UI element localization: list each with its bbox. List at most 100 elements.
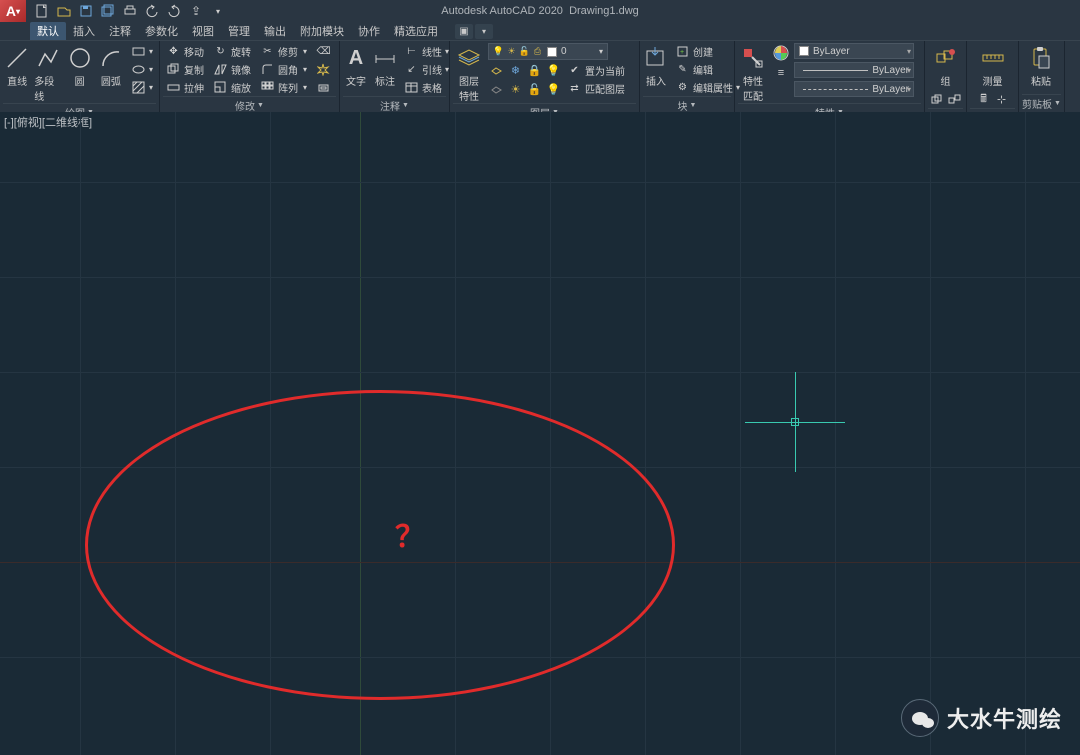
qat-undo-icon[interactable] — [142, 2, 162, 20]
tab-insert[interactable]: 插入 — [66, 22, 102, 40]
tab-default[interactable]: 默认 — [30, 22, 66, 40]
ellipse-icon — [131, 62, 146, 77]
text-button[interactable]: A 文字 — [343, 43, 369, 88]
layer-on-icon[interactable]: 💡 — [545, 81, 562, 98]
ribbon-tabs: 默认 插入 注释 参数化 视图 管理 输出 附加模块 协作 精选应用 ▣ ▾ — [0, 22, 1080, 40]
ellipse-button[interactable]: ▾ — [128, 61, 156, 78]
paste-button[interactable]: 粘贴 — [1022, 43, 1060, 88]
rect-button[interactable]: ▾ — [128, 43, 156, 60]
match-props-button[interactable]: 特性 匹配 — [738, 43, 768, 103]
stretch-button[interactable]: 拉伸 — [163, 79, 207, 96]
lineweight-bylayer-dropdown[interactable]: ByLayer▾ — [794, 62, 914, 78]
qat-saveall-icon[interactable] — [98, 2, 118, 20]
qat-open-icon[interactable] — [54, 2, 74, 20]
explode-button[interactable] — [313, 61, 334, 78]
layer-props-button[interactable]: 图层 特性 — [453, 43, 485, 103]
create-block-icon: + — [675, 44, 690, 59]
qat-dropdown-icon[interactable]: ▾ — [208, 2, 228, 20]
paste-icon — [1028, 45, 1054, 71]
trim-button[interactable]: ✂修剪▾ — [257, 43, 310, 60]
arc-icon — [98, 45, 124, 71]
viewport-label[interactable]: [-][俯视][二维线框] — [4, 114, 92, 130]
tab-annotate[interactable]: 注释 — [102, 22, 138, 40]
fillet-button[interactable]: 圆角▾ — [257, 61, 310, 78]
qat-share-icon[interactable]: ⇪ — [186, 2, 206, 20]
edit-block-icon: ✎ — [675, 62, 690, 77]
layer-freeze-icon[interactable]: ❄ — [507, 62, 524, 79]
panel-properties: 特性 匹配 ≡ ByLayer▾ ByLayer▾ ByLayer▾ 特性▼ — [735, 41, 925, 112]
set-current-button[interactable]: ✔置为当前 — [564, 62, 628, 79]
linear-dim-button[interactable]: ⊢线性▾ — [401, 43, 452, 60]
measure-icon — [980, 45, 1006, 71]
qat-redo-icon[interactable] — [164, 2, 184, 20]
erase-button[interactable]: ⌫ — [313, 43, 334, 60]
panel-annotate: A 文字 标注 ⊢线性▾ ↙引线▾ 表格 注释▼ — [340, 41, 450, 112]
color-wheel-icon[interactable] — [771, 43, 791, 63]
list-icon[interactable]: ≡ — [771, 64, 791, 81]
tab-manage[interactable]: 管理 — [221, 22, 257, 40]
rect-icon — [131, 44, 146, 59]
tab-featured[interactable]: 精选应用 — [387, 22, 445, 40]
tab-parametric[interactable]: 参数化 — [138, 22, 185, 40]
circle-icon — [67, 45, 93, 71]
leader-button[interactable]: ↙引线▾ — [401, 61, 452, 78]
group-button[interactable]: 组 — [929, 43, 963, 88]
sun-icon: ☀ — [506, 46, 517, 57]
explode-icon — [316, 62, 331, 77]
trim-icon: ✂ — [260, 44, 275, 59]
table-button[interactable]: 表格 — [401, 79, 452, 96]
mirror-button[interactable]: 镜像 — [210, 61, 254, 78]
logo-letter: A — [6, 3, 16, 19]
app-logo[interactable]: A▾ — [0, 0, 26, 22]
tab-expand-icon[interactable]: ▣ — [455, 24, 473, 39]
layer-off-icon[interactable]: 💡 — [545, 62, 562, 79]
arc-button[interactable]: 圆弧 — [97, 43, 125, 88]
qat-new-icon[interactable] — [32, 2, 52, 20]
tab-collaborate[interactable]: 协作 — [351, 22, 387, 40]
line-button[interactable]: 直线 — [3, 43, 31, 88]
watermark-text: 大水牛测绘 — [947, 702, 1062, 734]
layer-unlock-icon[interactable]: 🔓 — [526, 81, 543, 98]
scale-button[interactable]: 缩放 — [210, 79, 254, 96]
panel-clipboard: 粘贴 剪贴板▼ — [1019, 41, 1065, 112]
array-button[interactable]: 阵列▾ — [257, 79, 310, 96]
qat-print-icon[interactable] — [120, 2, 140, 20]
layer-lock-icon[interactable]: 🔒 — [526, 62, 543, 79]
color-bylayer-dropdown[interactable]: ByLayer▾ — [794, 43, 914, 59]
text-icon: A — [343, 45, 369, 71]
point-icon[interactable]: ⊹ — [993, 91, 1010, 108]
fillet-icon — [260, 62, 275, 77]
layer-thaw-icon[interactable]: ☀ — [507, 81, 524, 98]
group-edit-icon[interactable] — [928, 91, 945, 108]
measure-button[interactable]: 测量 — [976, 43, 1010, 88]
layer-uniso-icon[interactable] — [488, 81, 505, 98]
panel-block: 插入 +创建 ✎编辑 ⚙编辑属性▾ 块▼ — [640, 41, 735, 112]
tab-addins[interactable]: 附加模块 — [293, 22, 351, 40]
copy-button[interactable]: 复制 — [163, 61, 207, 78]
create-block-button[interactable]: +创建 — [672, 43, 743, 60]
hatch-button[interactable]: ▾ — [128, 79, 156, 96]
calculator-icon[interactable]: 🖩 — [975, 91, 992, 108]
linetype-bylayer-dropdown[interactable]: ByLayer▾ — [794, 81, 914, 97]
drawing-canvas[interactable]: [-][俯视][二维线框] ？ 大水牛测绘 — [0, 112, 1080, 755]
ungroup-icon[interactable] — [946, 91, 963, 108]
window-title: Autodesk AutoCAD 2020 Drawing1.dwg — [441, 5, 639, 17]
match-layer-button[interactable]: ⇄匹配图层 — [564, 80, 628, 97]
insert-block-button[interactable]: 插入 — [643, 43, 669, 88]
layer-iso-icon[interactable] — [488, 62, 505, 79]
dim-button[interactable]: 标注 — [372, 43, 398, 88]
layer-dropdown[interactable]: 💡 ☀ 🔓 ⎙ 0 ▾ — [488, 43, 608, 60]
match-layer-icon: ⇄ — [567, 81, 582, 96]
tab-view[interactable]: 视图 — [185, 22, 221, 40]
tab-collapse-icon[interactable]: ▾ — [475, 24, 493, 39]
move-button[interactable]: ✥移动 — [163, 43, 207, 60]
rotate-button[interactable]: ↻旋转 — [210, 43, 254, 60]
tab-output[interactable]: 输出 — [257, 22, 293, 40]
edit-block-button[interactable]: ✎编辑 — [672, 61, 743, 78]
polyline-button[interactable]: 多段线 — [34, 43, 62, 103]
offset-button[interactable] — [313, 79, 334, 96]
edit-attr-button[interactable]: ⚙编辑属性▾ — [672, 79, 743, 96]
qat-save-icon[interactable] — [76, 2, 96, 20]
panel-clipboard-title[interactable]: 剪贴板▼ — [1022, 94, 1061, 112]
circle-button[interactable]: 圆 — [66, 43, 94, 88]
